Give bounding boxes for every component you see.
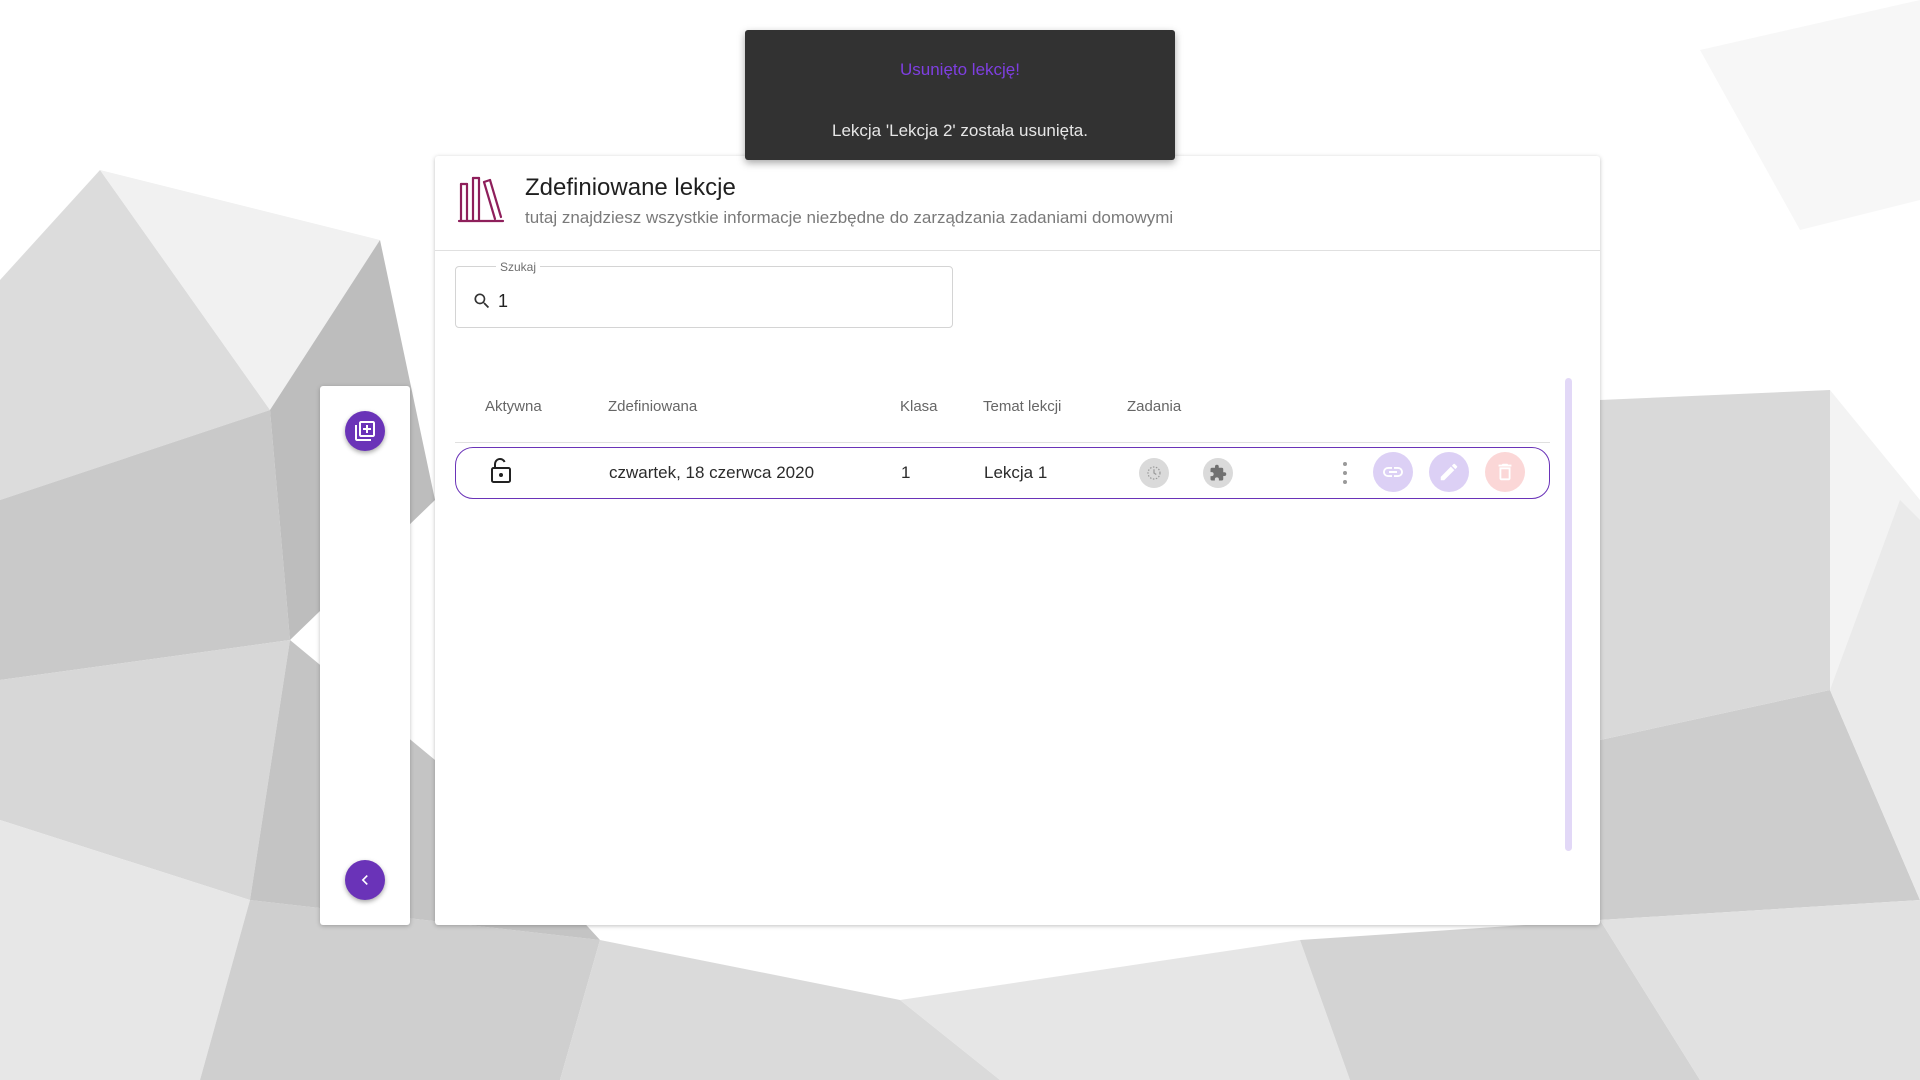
chevron-left-icon [361,875,368,885]
cell-class: 1 [901,463,911,482]
unlocked-icon[interactable] [489,457,513,485]
add-library-icon [355,421,375,441]
toast-title: Usunięto lekcję! [899,60,1020,79]
search-label: Szukaj [496,260,541,274]
page-subtitle: tutaj znajdziesz wszystkie informacje ni… [525,208,1174,227]
books-icon [457,176,505,223]
page-title: Zdefiniowane lekcje [525,174,736,201]
task-puzzle-button[interactable] [1203,458,1233,488]
toast-notification: Usunięto lekcję! Lekcja 'Lekcja 2' zosta… [745,30,1175,160]
pencil-icon [1440,463,1458,481]
lessons-card: Zdefiniowane lekcje tutaj znajdziesz wsz… [435,156,1600,925]
collapse-sidebar-button[interactable] [345,860,385,900]
table-header: Aktywna Zdefiniowana Klasa Temat lekcji … [455,388,1550,443]
column-header-tasks: Zadania [1127,398,1182,415]
side-panel [320,386,410,925]
search-icon [474,293,490,309]
column-header-active[interactable]: Aktywna [485,398,542,415]
column-header-class[interactable]: Klasa [900,398,938,415]
trash-icon [1498,463,1512,481]
edit-button[interactable] [1429,452,1469,492]
table-row[interactable]: czwartek, 18 czerwca 2020 1 Lekcja 1 [455,447,1550,499]
link-icon [1383,467,1403,477]
puzzle-icon [1210,464,1227,481]
cell-defined: czwartek, 18 czerwca 2020 [609,463,815,482]
card-header: Zdefiniowane lekcje tutaj znajdziesz wsz… [435,156,1600,251]
search-field[interactable]: Szukaj [455,260,953,328]
add-lesson-button[interactable] [345,411,385,451]
scrollbar[interactable] [1565,378,1572,851]
more-vert-icon[interactable] [1339,460,1351,486]
toast-message: Lekcja 'Lekcja 2' została usunięta. [832,121,1088,140]
cell-topic: Lekcja 1 [984,463,1048,482]
link-button[interactable] [1373,452,1413,492]
task-clock-button[interactable] [1139,458,1169,488]
delete-button[interactable] [1485,452,1525,492]
column-header-defined[interactable]: Zdefiniowana [608,398,697,415]
search-input[interactable] [498,291,928,312]
column-header-topic[interactable]: Temat lekcji [983,398,1061,415]
clock-icon [1147,466,1161,480]
